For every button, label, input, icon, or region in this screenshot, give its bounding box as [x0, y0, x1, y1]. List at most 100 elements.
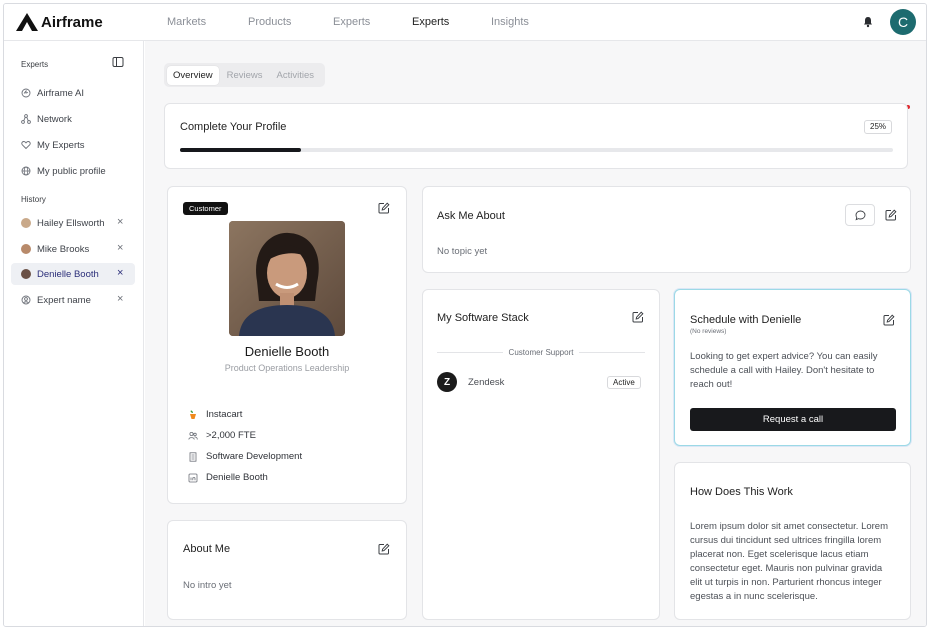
main-content: Overview Reviews Activities Complete You… [145, 41, 926, 626]
software-stack-card: My Software Stack Customer Support Z Zen… [422, 289, 660, 620]
edit-icon[interactable] [378, 202, 390, 214]
avatar [21, 218, 31, 228]
nav-experts-active[interactable]: Experts [412, 16, 449, 28]
app-window: Airframe Markets Products Experts Expert… [3, 3, 927, 627]
history-item-hailey[interactable]: Hailey Ellsworth × [11, 212, 135, 234]
tab-overview[interactable]: Overview [167, 65, 219, 85]
nav-products[interactable]: Products [248, 16, 291, 28]
software-stack-title: My Software Stack [437, 312, 529, 324]
avatar [21, 244, 31, 254]
sidebar-item-label: My public profile [37, 165, 106, 177]
chat-button[interactable] [845, 204, 875, 226]
sidebar-item-network[interactable]: Network [11, 108, 135, 130]
ask-me-about-title: Ask Me About [437, 210, 505, 222]
close-icon[interactable]: × [117, 243, 125, 254]
sidebar-item-my-experts[interactable]: My Experts [11, 134, 135, 156]
edit-icon[interactable] [378, 543, 390, 555]
industry-row: Software Development [188, 451, 302, 462]
sidebar-item-airframe-ai[interactable]: Airframe AI [11, 82, 135, 104]
edit-icon[interactable] [885, 209, 897, 221]
tab-activities[interactable]: Activities [271, 66, 320, 85]
user-avatar[interactable]: C [890, 9, 916, 35]
about-me-empty: No intro yet [183, 580, 232, 591]
company-size: >2,000 FTE [206, 430, 256, 441]
app-name: Airframe [41, 13, 103, 31]
company-size-row: >2,000 FTE [188, 430, 256, 441]
request-call-button[interactable]: Request a call [690, 408, 896, 431]
logo[interactable]: Airframe [16, 13, 103, 31]
history-item-label: Hailey Ellsworth [37, 217, 105, 229]
history-item-mike[interactable]: Mike Brooks × [11, 238, 135, 260]
zendesk-icon: Z [437, 372, 457, 392]
edit-icon[interactable] [883, 314, 895, 326]
linkedin-icon [188, 473, 198, 482]
tab-reviews[interactable]: Reviews [221, 66, 269, 85]
complete-profile-card: Complete Your Profile 25% [164, 103, 908, 169]
sidebar-item-label: Airframe AI [37, 87, 84, 99]
nav-experts[interactable]: Experts [333, 16, 370, 28]
schedule-subtitle: (No reviews) [690, 328, 727, 335]
ask-me-about-empty: No topic yet [437, 246, 488, 257]
close-icon[interactable]: × [117, 217, 125, 228]
user-circle-icon [21, 295, 31, 305]
history-item-label: Denielle Booth [37, 268, 99, 280]
divider-line [579, 351, 646, 353]
how-it-works-text: Lorem ipsum dolor sit amet consectetur. … [690, 521, 889, 602]
about-me-title: About Me [183, 543, 231, 555]
schedule-card: Schedule with Denielle (No reviews) Look… [674, 289, 911, 446]
schedule-text: Looking to get expert advice? You can ea… [690, 351, 878, 390]
about-me-card: About Me No intro yet [167, 520, 407, 620]
linkedin-name: Denielle Booth [206, 472, 268, 483]
sidebar-item-public-profile[interactable]: My public profile [11, 160, 135, 182]
history-item-expert-name[interactable]: Expert name × [11, 289, 135, 311]
profile-progress-fill [180, 148, 302, 152]
linkedin-row: Denielle Booth [188, 472, 268, 483]
how-it-works-title: How Does This Work [690, 486, 793, 498]
close-icon[interactable]: × [117, 294, 125, 305]
sidebar-item-label: My Experts [37, 139, 85, 151]
nav-insights[interactable]: Insights [491, 16, 529, 28]
status-badge: Active [607, 376, 641, 389]
profile-role: Product Operations Leadership [224, 363, 350, 373]
category-label: Customer Support [508, 347, 574, 357]
tab-bar: Overview Reviews Activities [164, 63, 325, 87]
industry: Software Development [206, 451, 303, 462]
close-icon[interactable]: × [117, 268, 125, 279]
sidebar-heading-experts: Experts [21, 60, 49, 69]
chat-bubble-icon [854, 210, 865, 220]
divider-line [437, 351, 503, 353]
sidebar-item-label: Network [37, 113, 72, 125]
customer-badge: Customer [183, 202, 228, 215]
avatar [21, 269, 31, 279]
instacart-icon [190, 410, 196, 419]
schedule-title: Schedule with Denielle [690, 314, 802, 326]
sparkle-icon [21, 88, 31, 98]
globe-icon [21, 166, 31, 176]
sidebar: Experts Airframe AI Network My Experts M… [4, 41, 144, 626]
nav-markets[interactable]: Markets [167, 16, 206, 28]
ask-me-about-card: Ask Me About No topic yet [422, 186, 911, 273]
bell-icon[interactable] [862, 16, 874, 28]
heart-icon [21, 141, 31, 150]
top-bar: Airframe Markets Products Experts Expert… [4, 4, 926, 41]
company-row: Instacart [188, 409, 242, 420]
users-icon [188, 431, 198, 440]
profile-progress-bar [180, 148, 893, 152]
complete-profile-title: Complete Your Profile [180, 121, 287, 133]
category-divider: Customer Support [437, 346, 646, 358]
profile-name: Denielle Booth [244, 344, 330, 359]
how-it-works-card: How Does This Work Lorem ipsum dolor sit… [674, 462, 911, 620]
sidebar-collapse-icon[interactable] [112, 56, 124, 68]
profile-card: Customer Denielle Booth Product Operatio… [167, 186, 407, 504]
building-icon [189, 451, 197, 462]
network-icon [21, 114, 31, 124]
profile-photo [229, 221, 345, 336]
history-item-denielle[interactable]: Denielle Booth × [11, 263, 135, 285]
edit-icon[interactable] [632, 311, 644, 323]
sidebar-heading-history: History [21, 195, 46, 204]
completion-percent-badge: 25% [864, 120, 893, 134]
history-item-label: Mike Brooks [37, 243, 90, 255]
tool-name: Zendesk [468, 377, 505, 388]
company-name: Instacart [206, 409, 243, 420]
history-item-label: Expert name [37, 294, 91, 306]
